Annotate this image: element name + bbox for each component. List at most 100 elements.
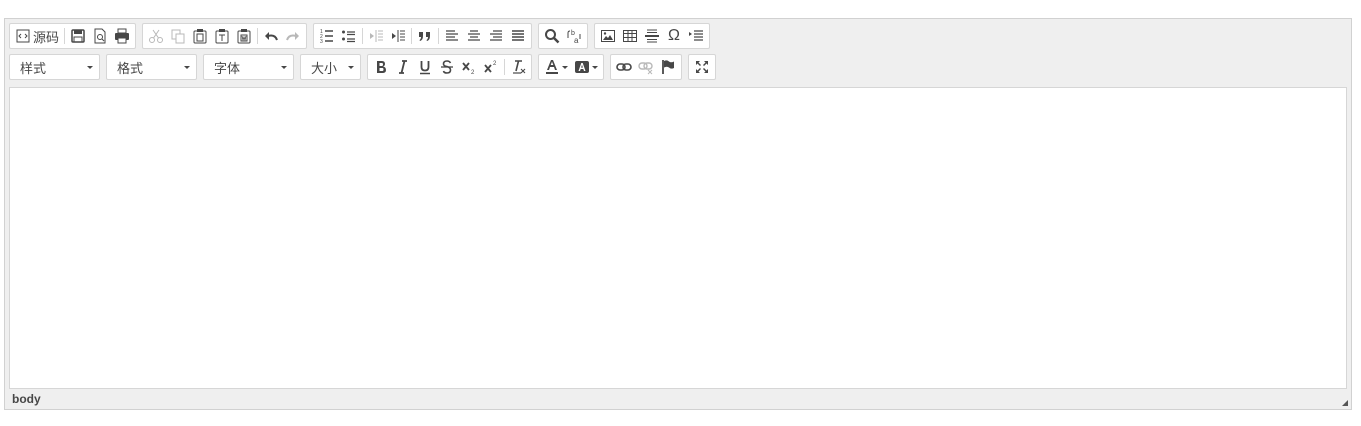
italic-button[interactable]: [392, 56, 414, 78]
page-break-button[interactable]: [685, 25, 707, 47]
cut-button[interactable]: [145, 25, 167, 47]
image-button[interactable]: [597, 25, 619, 47]
text-color-button[interactable]: [541, 56, 571, 78]
scissors-icon: [149, 29, 164, 43]
remove-format-button[interactable]: [507, 56, 529, 78]
separator: [362, 28, 364, 44]
format-combo-label: 格式: [117, 60, 144, 76]
bulleted-list-icon: [342, 30, 356, 43]
outdent-icon: [370, 30, 384, 42]
maximize-icon: [696, 61, 708, 73]
source-button[interactable]: 源码: [12, 25, 62, 47]
svg-text:2: 2: [471, 70, 475, 75]
group-document: 源码: [9, 23, 137, 49]
link-button[interactable]: [613, 56, 635, 78]
bulleted-list-button[interactable]: [338, 25, 360, 47]
paste-text-icon: [215, 29, 229, 44]
text-color-icon: [546, 60, 558, 74]
table-button[interactable]: [619, 25, 641, 47]
numbered-list-button[interactable]: 123: [316, 25, 338, 47]
indent-icon: [392, 30, 406, 42]
group-colors: [538, 54, 604, 80]
resize-handle[interactable]: [1342, 400, 1348, 406]
group-insert: Ω: [594, 23, 711, 49]
bold-button[interactable]: [370, 56, 392, 78]
unlink-button[interactable]: [635, 56, 657, 78]
superscript-button[interactable]: 2: [480, 56, 502, 78]
redo-icon: [286, 32, 300, 41]
preview-button[interactable]: [89, 25, 111, 47]
align-center-icon: [468, 30, 481, 41]
element-path-body[interactable]: body: [12, 392, 41, 406]
background-color-button[interactable]: [571, 56, 601, 78]
align-right-button[interactable]: [485, 25, 507, 47]
svg-text:3: 3: [320, 39, 323, 44]
format-combo[interactable]: 格式: [106, 54, 197, 80]
align-justify-icon: [512, 30, 525, 41]
size-combo[interactable]: 大小: [300, 54, 361, 80]
size-combo-label: 大小: [311, 60, 338, 76]
flag-icon: [662, 60, 674, 74]
print-button[interactable]: [111, 25, 133, 47]
styles-combo[interactable]: 样式: [9, 54, 100, 80]
omega-icon: Ω: [668, 27, 680, 44]
link-icon: [616, 63, 632, 71]
paste-icon: [193, 29, 207, 44]
superscript-icon: 2: [484, 61, 497, 73]
font-combo-label: 字体: [214, 60, 241, 76]
element-path: body: [12, 392, 41, 406]
group-tools: [688, 54, 716, 80]
special-char-button[interactable]: Ω: [663, 25, 685, 47]
paste-text-button[interactable]: [211, 25, 233, 47]
undo-icon: [265, 32, 278, 41]
anchor-button[interactable]: [657, 56, 679, 78]
separator: [438, 28, 440, 44]
background-color-icon: [575, 61, 589, 73]
clear-format-icon: [513, 60, 526, 74]
horizontal-rule-button[interactable]: [641, 25, 663, 47]
align-right-icon: [490, 30, 503, 41]
chevron-down-icon: [562, 65, 568, 69]
numbered-list-icon: 123: [320, 29, 334, 44]
save-button[interactable]: [67, 25, 89, 47]
rich-text-editor: 源码 1 2 3 b a Ω 样式 格式 字体 大小 2 2 body: [4, 18, 1352, 410]
justify-button[interactable]: [507, 25, 529, 47]
indent-button[interactable]: [387, 25, 409, 47]
print-icon: [115, 28, 130, 44]
search-icon: [545, 29, 560, 44]
group-basic-styles: 2 2: [367, 54, 532, 80]
chevron-down-icon: [87, 65, 93, 69]
svg-text:a: a: [574, 36, 579, 44]
underline-button[interactable]: [414, 56, 436, 78]
strikethrough-icon: [441, 60, 453, 74]
underline-icon: [420, 61, 430, 75]
undo-button[interactable]: [260, 25, 282, 47]
redo-button[interactable]: [282, 25, 304, 47]
styles-combo-label: 样式: [20, 60, 47, 76]
maximize-button[interactable]: [691, 56, 713, 78]
svg-text:2: 2: [493, 61, 497, 67]
group-editing: ba: [538, 23, 589, 49]
editor-content-area[interactable]: [9, 87, 1347, 389]
bold-icon: [377, 61, 386, 73]
subscript-button[interactable]: 2: [458, 56, 480, 78]
align-left-button[interactable]: [441, 25, 463, 47]
strike-button[interactable]: [436, 56, 458, 78]
replace-button[interactable]: ba: [563, 25, 585, 47]
separator: [64, 28, 66, 44]
image-icon: [601, 30, 616, 42]
find-button[interactable]: [541, 25, 563, 47]
quote-icon: [419, 32, 431, 41]
toolbar-row-1: 源码 1 2 3 b a Ω: [9, 23, 716, 49]
outdent-button[interactable]: [365, 25, 387, 47]
copy-button[interactable]: [167, 25, 189, 47]
chevron-down-icon: [281, 65, 287, 69]
italic-icon: [399, 60, 407, 74]
font-combo[interactable]: 字体: [203, 54, 294, 80]
paste-button[interactable]: [189, 25, 211, 47]
blockquote-button[interactable]: [414, 25, 436, 47]
paste-from-word-button[interactable]: [233, 25, 255, 47]
copy-icon: [171, 29, 185, 44]
align-center-button[interactable]: [463, 25, 485, 47]
paste-word-icon: [237, 29, 251, 44]
